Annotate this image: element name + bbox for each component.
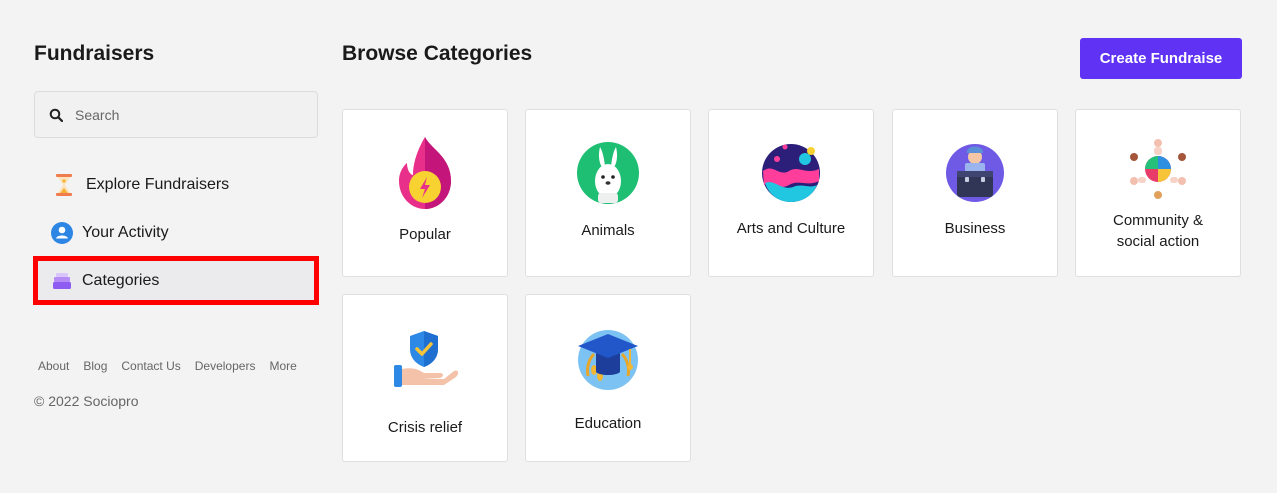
category-label: Education [574,415,642,432]
category-card-animals[interactable]: Animals [525,109,691,277]
category-card-education[interactable]: Education [525,294,691,462]
stack-icon [50,269,74,293]
category-label: Business [944,220,1006,237]
sidebar-item-categories[interactable]: Categories [33,256,319,305]
page-title: Browse Categories [342,42,533,65]
copyright: © 2022 Sociopro [34,393,139,409]
create-fundraise-button[interactable]: Create Fundraise [1080,38,1242,79]
footer-link-contact[interactable]: Contact Us [121,359,180,373]
flame-icon [392,137,458,209]
category-label: Arts and Culture [736,220,846,237]
sidebar-item-label: Categories [82,271,160,289]
shield-hand-icon [392,327,458,393]
category-card-arts-and-culture[interactable]: Arts and Culture [708,109,874,277]
footer-link-more[interactable]: More [269,359,296,373]
community-icon [1125,136,1191,202]
search-icon [49,108,63,122]
category-label: Community & social action [1112,212,1204,250]
category-card-community-social-action[interactable]: Community & social action [1075,109,1241,277]
footer-link-about[interactable]: About [38,359,69,373]
sidebar-item-your-activity[interactable]: Your Activity [34,211,318,255]
search-box[interactable] [34,91,318,138]
briefcase-icon [942,140,1008,206]
art-planet-icon [758,140,824,206]
user-circle-icon [50,221,74,245]
category-card-crisis-relief[interactable]: Crisis relief [342,294,508,462]
rabbit-icon [575,140,641,206]
category-label: Popular [399,226,451,243]
search-input[interactable] [75,106,295,123]
category-label: Crisis relief [387,419,463,436]
sidebar-item-label: Explore Fundraisers [86,176,230,193]
sidebar-item-label: Your Activity [82,224,169,241]
footer-links: About Blog Contact Us Developers More [38,359,297,373]
graduation-cap-icon [575,327,641,393]
sidebar-title: Fundraisers [34,42,155,65]
sidebar-item-explore-fundraisers[interactable]: Explore Fundraisers [34,163,318,207]
footer-link-blog[interactable]: Blog [83,359,107,373]
category-card-popular[interactable]: Popular [342,109,508,277]
footer-link-developers[interactable]: Developers [195,359,256,373]
hourglass-icon [52,173,76,197]
category-label: Animals [581,222,635,239]
category-card-business[interactable]: Business [892,109,1058,277]
